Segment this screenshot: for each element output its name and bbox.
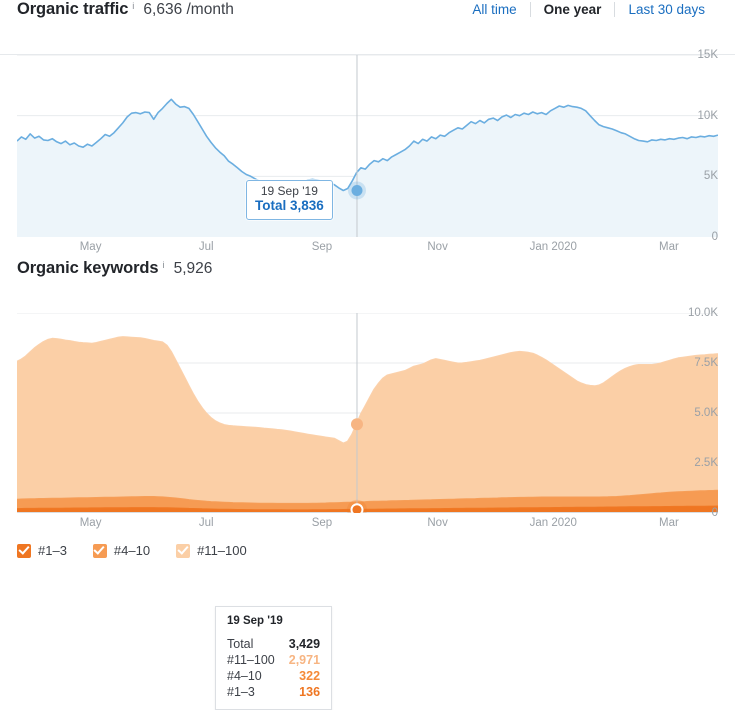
x-tick-label: Jan 2020: [529, 517, 577, 529]
organic-keywords-plot[interactable]: [17, 313, 718, 513]
legend-item-1-3[interactable]: #1–3: [17, 543, 67, 558]
tooltip-row-label: #4–10: [227, 669, 262, 683]
tooltip-row: #11–100 2,971: [227, 652, 320, 668]
tooltip-row-label: Total: [227, 637, 254, 651]
section-title: Organic keywords: [17, 259, 159, 277]
x-tick-label: Sep: [311, 517, 333, 529]
range-all-time[interactable]: All time: [459, 2, 529, 17]
organic-traffic-chart[interactable]: [17, 55, 718, 237]
organic-keywords-tooltip: 19 Sep '19 Total 3,429 #11–100 2,971 #4–…: [215, 606, 333, 710]
tooltip-row-value: 322: [299, 669, 321, 683]
organic-keywords-chart-wrap: 0 2.5K 5.0K 7.5K 10.0K: [0, 307, 735, 519]
x-tick-label: May: [79, 517, 102, 529]
tooltip-row: Total 3,429: [227, 636, 320, 652]
tooltip-row-value: 2,971: [288, 653, 321, 667]
x-tick-label: Jul: [198, 241, 214, 253]
x-tick-label: Jul: [198, 517, 214, 529]
organic-keywords-value: 5,926: [173, 260, 213, 277]
organic-traffic-header: Organic traffic i 6,636 /month All time …: [0, 0, 735, 54]
checkbox-icon[interactable]: [17, 543, 31, 558]
organic-traffic-tooltip: 19 Sep '19 Total 3,836: [246, 180, 333, 221]
organic-traffic-title-group: Organic traffic i 6,636 /month: [17, 0, 234, 19]
organic-traffic-x-axis: May Jul Sep Nov Jan 2020 Mar: [17, 237, 718, 259]
x-tick-label: Mar: [659, 241, 679, 253]
organic-traffic-value: 6,636 /month: [143, 1, 234, 18]
tooltip-date: 19 Sep '19: [260, 184, 318, 198]
info-icon[interactable]: i: [162, 260, 164, 271]
checkbox-icon[interactable]: [176, 543, 191, 558]
tooltip-row-label: #1–3: [227, 685, 255, 699]
keywords-legend: #1–3 #4–10 #11–100: [0, 535, 735, 558]
x-tick-label: Sep: [311, 241, 333, 253]
organic-keywords-title-group: Organic keywords i 5,926: [17, 259, 212, 278]
legend-label: #4–10: [113, 543, 151, 558]
x-tick-label: May: [79, 241, 102, 253]
organic-traffic-plot[interactable]: [17, 55, 718, 237]
x-tick-label: Jan 2020: [529, 241, 577, 253]
organic-traffic-chart-wrap: 0 5K 10K 15K: [0, 49, 735, 243]
x-tick-label: Nov: [427, 517, 448, 529]
page-title: Organic traffic: [17, 0, 129, 18]
checkbox-icon[interactable]: [92, 543, 107, 558]
info-icon[interactable]: i: [132, 1, 134, 12]
range-one-year[interactable]: One year: [531, 2, 615, 17]
tooltip-row-label: #11–100: [227, 653, 275, 667]
legend-item-11-100[interactable]: #11–100: [176, 543, 247, 558]
tooltip-total: Total 3,836: [255, 198, 324, 214]
legend-item-4-10[interactable]: #4–10: [92, 543, 151, 558]
range-last-30-days[interactable]: Last 30 days: [615, 2, 718, 17]
organic-keywords-panel: Organic keywords i 5,926 0 2.5K 5.0K 7.5K 10…: [0, 259, 735, 710]
organic-keywords-header: Organic keywords i 5,926: [0, 259, 735, 313]
x-tick-label: Mar: [659, 517, 679, 529]
organic-keywords-chart[interactable]: [17, 313, 718, 513]
organic-traffic-panel: Organic traffic i 6,636 /month All time …: [0, 0, 735, 259]
tooltip-row-value: 136: [299, 685, 321, 699]
organic-keywords-x-axis: May Jul Sep Nov Jan 2020 Mar: [17, 513, 718, 535]
legend-label: #11–100: [197, 543, 247, 558]
legend-label: #1–3: [38, 543, 67, 558]
tooltip-row: #1–3 136: [227, 684, 320, 700]
x-tick-label: Nov: [427, 241, 448, 253]
tooltip-row-value: 3,429: [288, 637, 321, 651]
tooltip-rows: Total 3,429 #11–100 2,971 #4–10 322 #1–3…: [227, 636, 320, 700]
tooltip-date: 19 Sep '19: [227, 615, 283, 627]
time-range-selector: All time One year Last 30 days: [459, 2, 718, 17]
tooltip-row: #4–10 322: [227, 668, 320, 684]
